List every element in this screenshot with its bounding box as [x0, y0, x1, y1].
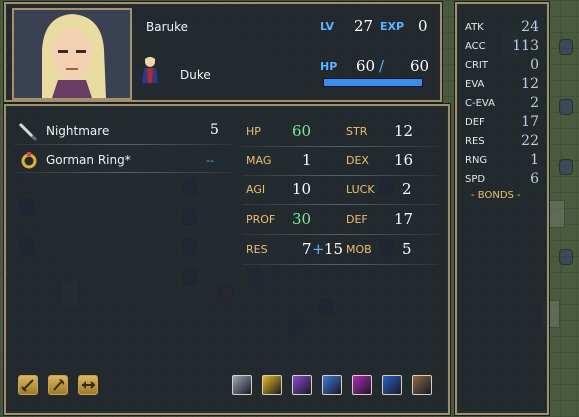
heart-skill-icon[interactable] — [382, 375, 402, 395]
combat-label: SPD — [465, 174, 486, 185]
stat-value-prof: 30 — [292, 210, 312, 228]
combat-value: 1 — [530, 152, 539, 168]
sword-rank-icon[interactable] — [18, 375, 38, 395]
level-value: 27 — [354, 17, 374, 35]
stat-res-bonus-sign: + — [312, 240, 325, 258]
stat-label-def: DEF — [346, 213, 368, 226]
lance-rank-icon[interactable] — [78, 375, 98, 395]
combat-label: EVA — [465, 79, 485, 90]
unit-portrait — [12, 8, 132, 100]
item-name: Nightmare — [46, 124, 110, 138]
combat-label: RNG — [465, 155, 488, 166]
stat-value-str: 12 — [394, 122, 414, 140]
class-sprite-icon — [140, 56, 160, 88]
divider — [242, 234, 438, 235]
stat-label-mag: MAG — [246, 154, 272, 167]
game-screen: Baruke Duke LV 27 EXP 0 HP 60 / 60 Night… — [0, 0, 579, 417]
divider — [242, 146, 438, 147]
chain-skill-icon[interactable] — [232, 375, 252, 395]
combat-label: ACC — [465, 41, 486, 52]
combat-label: C-EVA — [465, 98, 495, 109]
bonds-header[interactable]: - BONDS - — [471, 190, 521, 201]
stat-value-agi: 10 — [292, 180, 312, 198]
gold-coin-skill-icon[interactable] — [262, 375, 282, 395]
hp-bar — [323, 78, 423, 87]
ring-icon — [20, 151, 38, 173]
item-uses: -- — [206, 154, 214, 167]
combat-value: 17 — [521, 114, 539, 130]
stat-label-prof: PROF — [246, 213, 276, 226]
unit-name: Baruke — [146, 20, 189, 34]
stat-label-res: RES — [246, 243, 268, 256]
axe-rank-icon[interactable] — [48, 375, 68, 395]
combat-value: 12 — [521, 76, 539, 92]
stat-label-mob: MOB — [346, 243, 372, 256]
combat-value: 6 — [530, 171, 539, 187]
unit-header-panel: Baruke Duke LV 27 EXP 0 HP 60 / 60 — [4, 2, 442, 102]
item-name: Gorman Ring* — [46, 153, 131, 167]
stat-label-str: STR — [346, 125, 368, 138]
stat-value-res: 7 — [302, 240, 312, 258]
combat-value: 113 — [512, 38, 539, 54]
tome-icon — [18, 122, 38, 146]
magic-skill-icon[interactable] — [352, 375, 372, 395]
stat-label-agi: AGI — [246, 183, 266, 196]
hp-bar-fill — [324, 79, 422, 86]
hp-max: 60 — [410, 57, 430, 75]
combat-label: ATK — [465, 22, 484, 33]
combat-value: 24 — [521, 19, 539, 35]
combat-value: 2 — [530, 95, 539, 111]
stat-value-mob: 5 — [402, 240, 412, 258]
divider — [242, 175, 438, 176]
exp-value: 0 — [418, 17, 428, 35]
divider — [14, 144, 234, 145]
combat-value: 0 — [530, 57, 539, 73]
stat-label-dex: DEX — [346, 154, 369, 167]
item-uses: 5 — [210, 122, 219, 138]
sparkle-skill-icon[interactable] — [322, 375, 342, 395]
combat-label: RES — [465, 136, 485, 147]
stat-value-hp: 60 — [292, 122, 312, 140]
stat-value-mag: 1 — [302, 151, 312, 169]
divider — [242, 264, 438, 265]
stat-value-dex: 16 — [394, 151, 414, 169]
combat-value: 22 — [521, 133, 539, 149]
hp-label: HP — [320, 60, 338, 73]
hp-separator: / — [379, 57, 385, 75]
hp-current: 60 — [356, 57, 376, 75]
exp-label: EXP — [380, 20, 405, 33]
stat-label-hp: HP — [246, 125, 261, 138]
divider — [14, 172, 234, 173]
stat-label-luck: LUCK — [346, 183, 375, 196]
unit-stats-panel: Nightmare 5 Gorman Ring* -- HP 60 STR 12… — [4, 104, 450, 415]
stat-value-def: 17 — [394, 210, 414, 228]
stat-value-luck: 2 — [402, 180, 412, 198]
sword-skill-icon[interactable] — [292, 375, 312, 395]
divider — [242, 204, 438, 205]
stat-res-bonus: 15 — [324, 240, 344, 258]
unit-class: Duke — [180, 68, 211, 82]
combat-stats-panel: ATK 24 ACC 113 CRIT 0 EVA 12 C-EVA 2 DEF… — [455, 2, 549, 415]
combat-label: CRIT — [465, 60, 488, 71]
cross-swords-skill-icon[interactable] — [412, 375, 432, 395]
level-label: LV — [320, 20, 335, 33]
combat-label: DEF — [465, 117, 485, 128]
